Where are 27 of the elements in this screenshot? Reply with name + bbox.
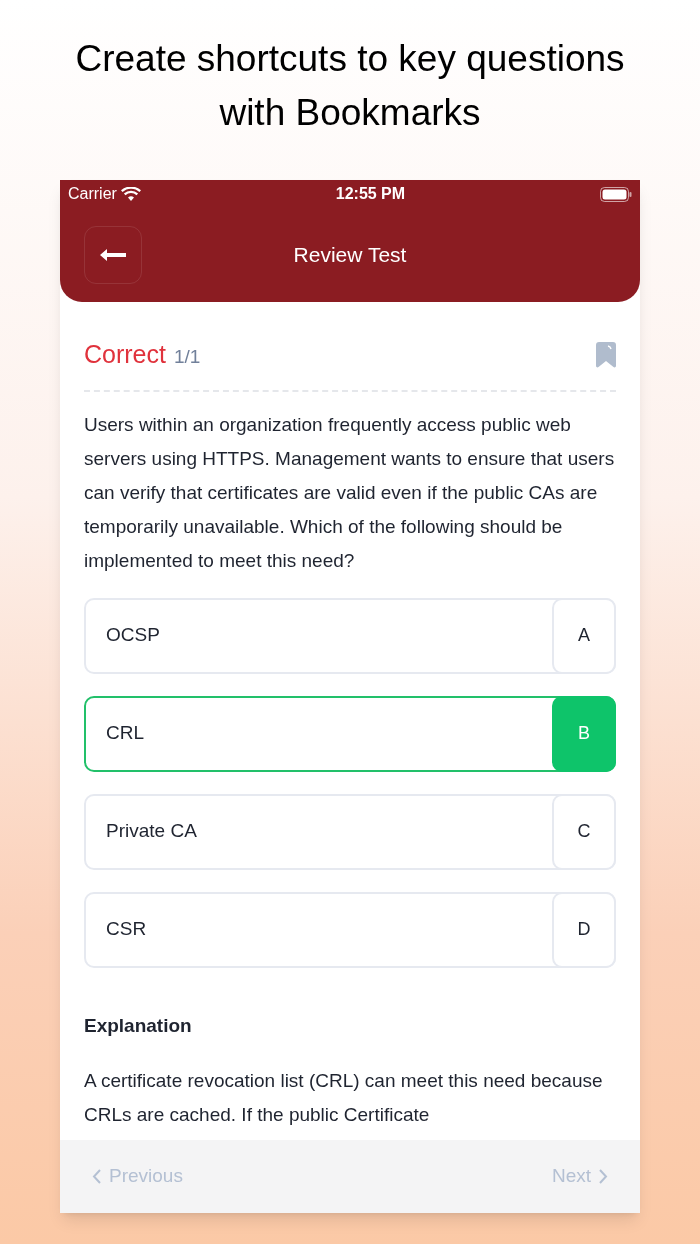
option-letter: B [552, 695, 616, 772]
option-letter: C [552, 793, 616, 870]
option-text: OCSP [105, 623, 161, 648]
answer-option[interactable]: OCSP A [84, 597, 616, 674]
option-text: CSR [105, 917, 148, 942]
question-count: 1/1 [173, 345, 201, 369]
answer-option[interactable]: Private CA C [84, 793, 616, 870]
clock: 12:55 PM [335, 184, 406, 204]
result-label: Correct [84, 339, 166, 370]
option-text: Private CA [105, 819, 198, 844]
carrier-label: Carrier [68, 184, 117, 204]
option-text: CRL [105, 721, 145, 746]
wifi-icon [120, 186, 141, 202]
question-text: Users within an organization frequently access public web servers using HTTPS. Management wants to ensure that users can verify that certificates are valid even if the public CAs are temporarily unavailable. Which of the following should be implemented to meet this need? [84, 412, 616, 573]
chevron-right-icon [599, 1169, 608, 1184]
explanation-heading: Explanation [84, 1013, 193, 1038]
option-letter: A [552, 597, 616, 674]
explanation-text: A certificate revocation list (CRL) can meet this need because CRLs are cached. If the public Certificate [84, 1069, 604, 1127]
back-arrow-icon [100, 248, 126, 262]
battery-icon [600, 186, 632, 202]
answer-option[interactable]: CRL B [84, 695, 616, 772]
chevron-left-icon [92, 1169, 101, 1184]
back-button[interactable] [84, 226, 142, 284]
answer-option[interactable]: CSR D [84, 891, 616, 968]
option-letter: D [552, 891, 616, 968]
headline: Create shortcuts to key questions with Bookmarks [74, 37, 626, 135]
screen-title: Review Test [293, 242, 407, 269]
